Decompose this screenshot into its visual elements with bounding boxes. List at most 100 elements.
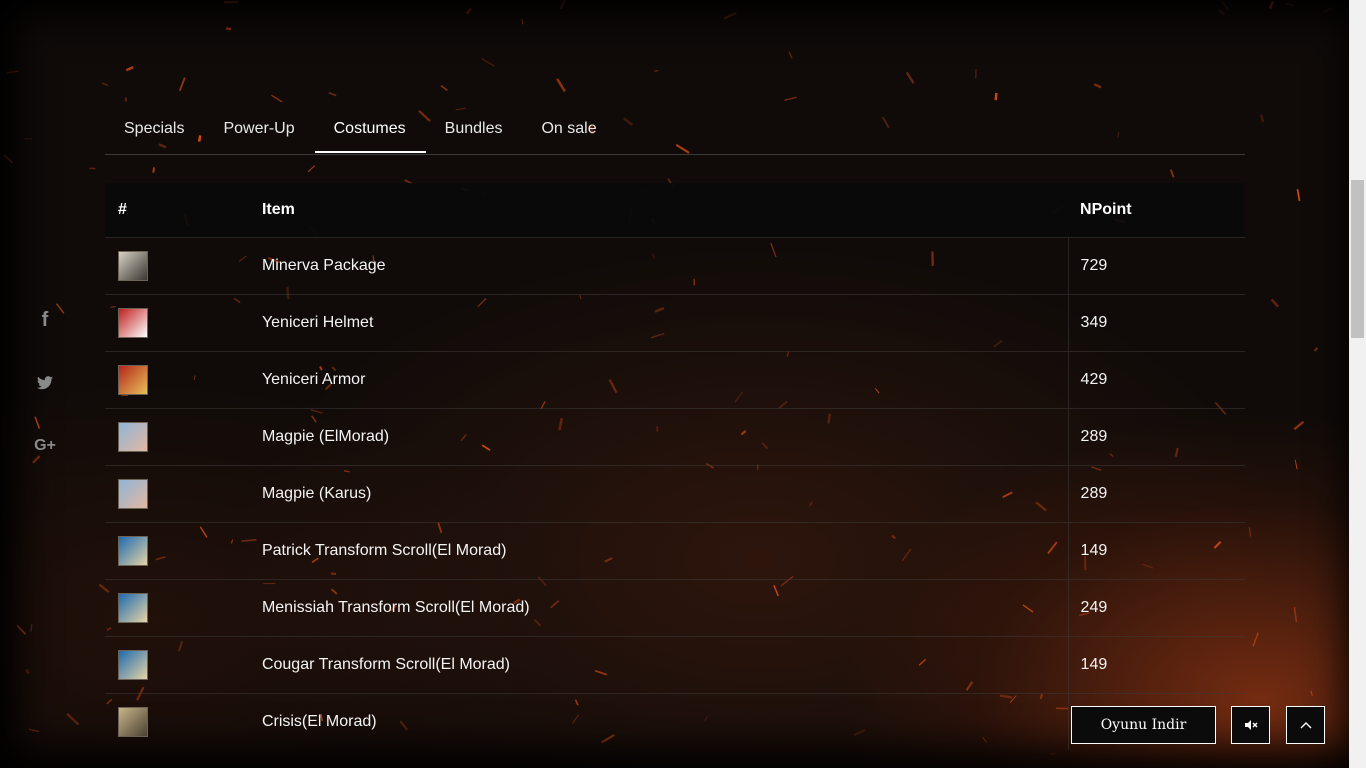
- ember-particle: [1285, 2, 1295, 7]
- table-body: Minerva Package 729 Yeniceri Helmet 349 Yeni…: [105, 236, 1245, 750]
- scrollbar-thumb[interactable]: [1351, 180, 1364, 338]
- ember-particle: [994, 92, 998, 101]
- item-icon-cell: [105, 407, 262, 465]
- item-name: Yeniceri Armor: [261, 350, 1069, 408]
- table-row[interactable]: Yeniceri Armor 429: [105, 350, 1245, 408]
- minerva-package-icon: [118, 250, 148, 281]
- category-tabs: Specials Power-Up Costumes Bundles On sa…: [105, 104, 1245, 155]
- item-price: 429: [1067, 350, 1245, 408]
- magpie-elmorad-icon: [118, 421, 148, 452]
- item-icon-cell: [105, 578, 262, 636]
- ember-particle: [270, 94, 283, 103]
- item-price: 289: [1067, 407, 1245, 465]
- tab-bundles[interactable]: Bundles: [426, 104, 523, 153]
- ember-particle: [66, 712, 80, 726]
- ember-particle: [1313, 347, 1319, 352]
- table-row[interactable]: Yeniceri Helmet 349: [105, 293, 1245, 351]
- item-icon-cell: [105, 464, 262, 522]
- tab-power-up[interactable]: Power-Up: [204, 104, 314, 153]
- scroll-icon: [118, 592, 148, 623]
- item-name: Cougar Transform Scroll(El Morad): [261, 635, 1069, 693]
- table-row[interactable]: Minerva Package 729: [105, 236, 1245, 294]
- item-name: Magpie (ElMorad): [261, 407, 1069, 465]
- mute-icon: [1244, 720, 1258, 730]
- ember-particle: [1293, 420, 1305, 431]
- ember-particle: [328, 91, 337, 97]
- tab-specials[interactable]: Specials: [105, 104, 204, 153]
- ember-particle: [1217, 8, 1225, 16]
- header-number: #: [118, 200, 127, 218]
- crisis-icon: [118, 706, 148, 737]
- table-row[interactable]: Magpie (ElMorad) 289: [105, 407, 1245, 465]
- item-icon-cell: [105, 350, 262, 408]
- item-price: 149: [1067, 635, 1245, 693]
- ember-particle: [307, 165, 316, 173]
- ember-particle: [1093, 83, 1102, 89]
- table-row[interactable]: Patrick Transform Scroll(El Morad) 149: [105, 521, 1245, 579]
- item-icon-cell: [105, 293, 262, 351]
- facebook-icon[interactable]: f: [30, 305, 60, 335]
- page-scrollbar[interactable]: [1349, 0, 1366, 768]
- scroll-icon: [118, 649, 148, 680]
- item-price: 289: [1067, 464, 1245, 522]
- item-name: Crisis(El Morad): [261, 692, 1069, 750]
- scroll-icon: [118, 535, 148, 566]
- scroll-top-button[interactable]: [1286, 706, 1325, 744]
- ember-particle: [559, 0, 566, 10]
- ember-particle: [788, 51, 793, 59]
- ember-particle: [3, 154, 13, 164]
- item-price: 729: [1067, 236, 1245, 294]
- ember-particle: [521, 18, 524, 25]
- ember-particle: [1270, 298, 1280, 308]
- tab-on-sale[interactable]: On sale: [522, 104, 616, 153]
- ember-particle: [481, 58, 495, 67]
- item-icon-cell: [105, 236, 262, 294]
- ember-particle: [723, 11, 737, 20]
- ember-particle: [1248, 527, 1252, 537]
- ember-particle: [1294, 459, 1298, 470]
- ember-particle: [784, 96, 797, 101]
- ember-particle: [178, 77, 186, 92]
- item-name: Menissiah Transform Scroll(El Morad): [261, 578, 1069, 636]
- ember-particle: [1296, 189, 1301, 202]
- ember-particle: [25, 668, 30, 675]
- ember-particle: [1323, 7, 1333, 13]
- ember-particle: [1268, 0, 1275, 10]
- ember-particle: [152, 167, 156, 173]
- ember-particle: [1170, 169, 1175, 178]
- ember-particle: [1252, 632, 1259, 647]
- table-row[interactable]: Menissiah Transform Scroll(El Morad) 249: [105, 578, 1245, 636]
- ember-particle: [1293, 606, 1298, 623]
- ember-particle: [440, 85, 448, 91]
- twitter-icon[interactable]: [30, 368, 60, 398]
- ember-particle: [101, 82, 109, 86]
- yeniceri-helmet-icon: [118, 307, 148, 338]
- header-npoint: NPoint: [1080, 200, 1132, 218]
- mute-button[interactable]: [1231, 706, 1270, 744]
- item-price: 349: [1067, 293, 1245, 351]
- google-plus-icon[interactable]: G+: [30, 431, 60, 461]
- chevron-up-icon: [1300, 722, 1311, 729]
- ember-particle: [1260, 114, 1265, 123]
- tab-costumes[interactable]: Costumes: [314, 104, 426, 153]
- table-header-row: # Item NPoint: [105, 183, 1245, 237]
- yeniceri-armor-icon: [118, 364, 148, 395]
- item-name: Magpie (Karus): [261, 464, 1069, 522]
- ember-particle: [6, 70, 19, 74]
- table-row[interactable]: Cougar Transform Scroll(El Morad) 149: [105, 635, 1245, 693]
- ember-particle: [905, 71, 915, 84]
- item-price: 149: [1067, 521, 1245, 579]
- item-name: Patrick Transform Scroll(El Morad): [261, 521, 1069, 579]
- download-game-button[interactable]: Oyunu Indir: [1071, 706, 1216, 744]
- item-price: 249: [1067, 578, 1245, 636]
- table-row[interactable]: Magpie (Karus) 289: [105, 464, 1245, 522]
- ember-particle: [1220, 0, 1229, 10]
- item-icon-cell: [105, 521, 262, 579]
- ember-particle: [1049, 752, 1056, 756]
- header-item: Item: [261, 200, 295, 218]
- item-name: Yeniceri Helmet: [261, 293, 1069, 351]
- ember-particle: [30, 623, 33, 632]
- items-table: # Item NPoint Minerva Package 729 Yeniceri…: [105, 183, 1245, 750]
- item-name: Minerva Package: [261, 236, 1069, 294]
- magpie-karus-icon: [118, 478, 148, 509]
